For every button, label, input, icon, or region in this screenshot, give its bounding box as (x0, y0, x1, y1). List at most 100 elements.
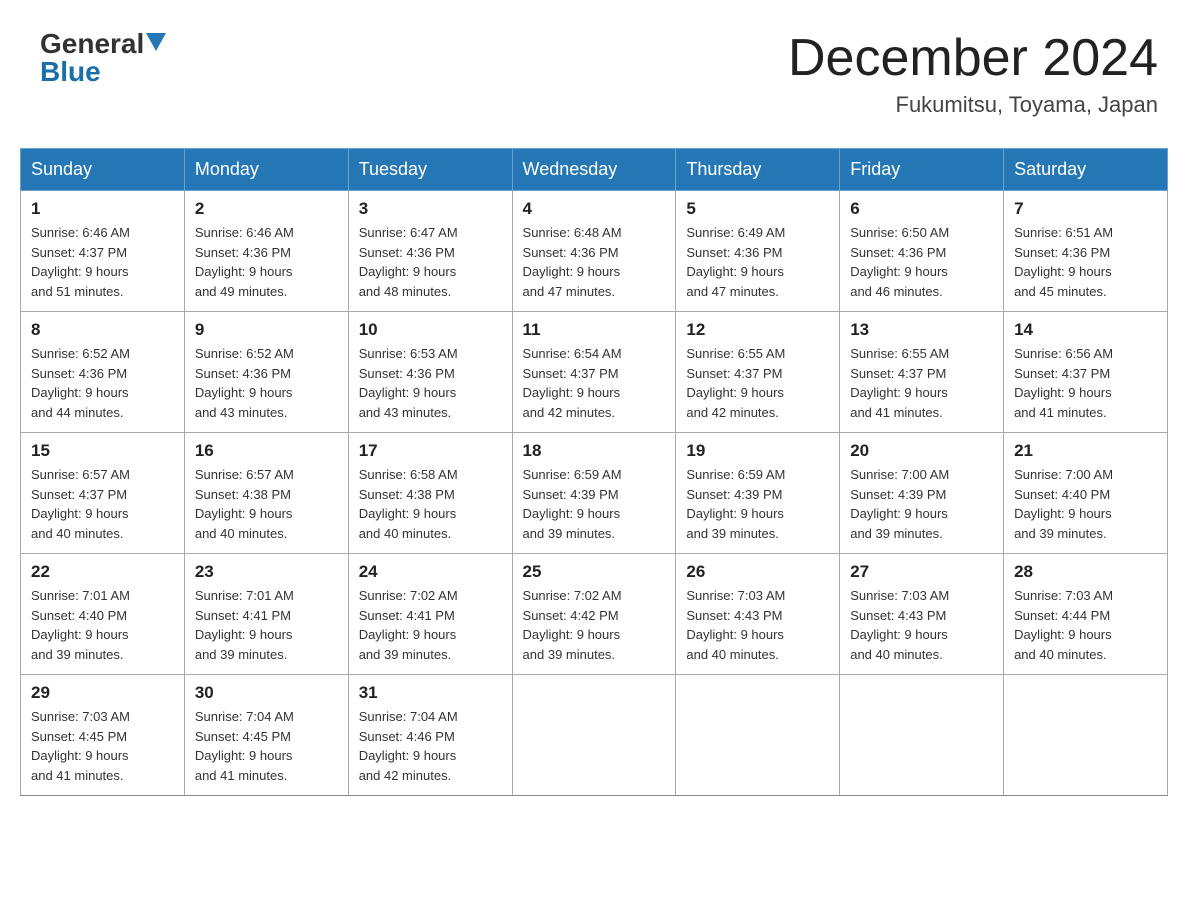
calendar-week-4: 22 Sunrise: 7:01 AM Sunset: 4:40 PM Dayl… (21, 554, 1168, 675)
day-info: Sunrise: 6:50 AM Sunset: 4:36 PM Dayligh… (850, 223, 993, 301)
logo-general-text: General (40, 30, 144, 58)
day-info: Sunrise: 6:46 AM Sunset: 4:37 PM Dayligh… (31, 223, 174, 301)
col-tuesday: Tuesday (348, 149, 512, 191)
day-info: Sunrise: 6:47 AM Sunset: 4:36 PM Dayligh… (359, 223, 502, 301)
day-info: Sunrise: 7:01 AM Sunset: 4:40 PM Dayligh… (31, 586, 174, 664)
table-row: 1 Sunrise: 6:46 AM Sunset: 4:37 PM Dayli… (21, 191, 185, 312)
day-number: 27 (850, 562, 993, 582)
table-row: 25 Sunrise: 7:02 AM Sunset: 4:42 PM Dayl… (512, 554, 676, 675)
table-row: 7 Sunrise: 6:51 AM Sunset: 4:36 PM Dayli… (1004, 191, 1168, 312)
day-info: Sunrise: 7:01 AM Sunset: 4:41 PM Dayligh… (195, 586, 338, 664)
table-row: 26 Sunrise: 7:03 AM Sunset: 4:43 PM Dayl… (676, 554, 840, 675)
day-number: 24 (359, 562, 502, 582)
day-number: 7 (1014, 199, 1157, 219)
table-row: 8 Sunrise: 6:52 AM Sunset: 4:36 PM Dayli… (21, 312, 185, 433)
table-row: 14 Sunrise: 6:56 AM Sunset: 4:37 PM Dayl… (1004, 312, 1168, 433)
day-info: Sunrise: 6:46 AM Sunset: 4:36 PM Dayligh… (195, 223, 338, 301)
calendar-table: Sunday Monday Tuesday Wednesday Thursday… (20, 148, 1168, 796)
calendar-week-1: 1 Sunrise: 6:46 AM Sunset: 4:37 PM Dayli… (21, 191, 1168, 312)
day-info: Sunrise: 6:55 AM Sunset: 4:37 PM Dayligh… (850, 344, 993, 422)
table-row: 10 Sunrise: 6:53 AM Sunset: 4:36 PM Dayl… (348, 312, 512, 433)
day-info: Sunrise: 7:02 AM Sunset: 4:41 PM Dayligh… (359, 586, 502, 664)
table-row: 19 Sunrise: 6:59 AM Sunset: 4:39 PM Dayl… (676, 433, 840, 554)
table-row (840, 675, 1004, 796)
day-number: 17 (359, 441, 502, 461)
day-info: Sunrise: 6:58 AM Sunset: 4:38 PM Dayligh… (359, 465, 502, 543)
day-number: 14 (1014, 320, 1157, 340)
location-subtitle: Fukumitsu, Toyama, Japan (788, 92, 1158, 118)
day-info: Sunrise: 7:03 AM Sunset: 4:43 PM Dayligh… (850, 586, 993, 664)
day-info: Sunrise: 6:56 AM Sunset: 4:37 PM Dayligh… (1014, 344, 1157, 422)
day-number: 23 (195, 562, 338, 582)
day-info: Sunrise: 6:57 AM Sunset: 4:37 PM Dayligh… (31, 465, 174, 543)
table-row: 29 Sunrise: 7:03 AM Sunset: 4:45 PM Dayl… (21, 675, 185, 796)
title-section: December 2024 Fukumitsu, Toyama, Japan (788, 30, 1158, 118)
day-number: 18 (523, 441, 666, 461)
day-info: Sunrise: 7:00 AM Sunset: 4:39 PM Dayligh… (850, 465, 993, 543)
day-info: Sunrise: 6:55 AM Sunset: 4:37 PM Dayligh… (686, 344, 829, 422)
day-number: 12 (686, 320, 829, 340)
day-info: Sunrise: 7:00 AM Sunset: 4:40 PM Dayligh… (1014, 465, 1157, 543)
table-row: 21 Sunrise: 7:00 AM Sunset: 4:40 PM Dayl… (1004, 433, 1168, 554)
table-row: 13 Sunrise: 6:55 AM Sunset: 4:37 PM Dayl… (840, 312, 1004, 433)
day-number: 31 (359, 683, 502, 703)
day-info: Sunrise: 6:49 AM Sunset: 4:36 PM Dayligh… (686, 223, 829, 301)
table-row (512, 675, 676, 796)
logo: General Blue (40, 30, 166, 86)
day-number: 28 (1014, 562, 1157, 582)
day-info: Sunrise: 6:51 AM Sunset: 4:36 PM Dayligh… (1014, 223, 1157, 301)
table-row (676, 675, 840, 796)
day-number: 3 (359, 199, 502, 219)
col-sunday: Sunday (21, 149, 185, 191)
day-number: 22 (31, 562, 174, 582)
table-row (1004, 675, 1168, 796)
day-info: Sunrise: 6:53 AM Sunset: 4:36 PM Dayligh… (359, 344, 502, 422)
day-number: 21 (1014, 441, 1157, 461)
day-number: 8 (31, 320, 174, 340)
col-wednesday: Wednesday (512, 149, 676, 191)
day-number: 13 (850, 320, 993, 340)
day-number: 30 (195, 683, 338, 703)
day-number: 4 (523, 199, 666, 219)
day-info: Sunrise: 6:52 AM Sunset: 4:36 PM Dayligh… (195, 344, 338, 422)
logo-arrow-icon (146, 33, 166, 53)
table-row: 15 Sunrise: 6:57 AM Sunset: 4:37 PM Dayl… (21, 433, 185, 554)
day-number: 10 (359, 320, 502, 340)
calendar-week-2: 8 Sunrise: 6:52 AM Sunset: 4:36 PM Dayli… (21, 312, 1168, 433)
table-row: 27 Sunrise: 7:03 AM Sunset: 4:43 PM Dayl… (840, 554, 1004, 675)
day-info: Sunrise: 7:04 AM Sunset: 4:46 PM Dayligh… (359, 707, 502, 785)
col-friday: Friday (840, 149, 1004, 191)
table-row: 6 Sunrise: 6:50 AM Sunset: 4:36 PM Dayli… (840, 191, 1004, 312)
table-row: 9 Sunrise: 6:52 AM Sunset: 4:36 PM Dayli… (184, 312, 348, 433)
table-row: 11 Sunrise: 6:54 AM Sunset: 4:37 PM Dayl… (512, 312, 676, 433)
day-info: Sunrise: 7:03 AM Sunset: 4:43 PM Dayligh… (686, 586, 829, 664)
day-number: 29 (31, 683, 174, 703)
table-row: 20 Sunrise: 7:00 AM Sunset: 4:39 PM Dayl… (840, 433, 1004, 554)
day-number: 15 (31, 441, 174, 461)
col-saturday: Saturday (1004, 149, 1168, 191)
calendar-week-5: 29 Sunrise: 7:03 AM Sunset: 4:45 PM Dayl… (21, 675, 1168, 796)
day-number: 20 (850, 441, 993, 461)
table-row: 28 Sunrise: 7:03 AM Sunset: 4:44 PM Dayl… (1004, 554, 1168, 675)
table-row: 23 Sunrise: 7:01 AM Sunset: 4:41 PM Dayl… (184, 554, 348, 675)
day-number: 26 (686, 562, 829, 582)
table-row: 24 Sunrise: 7:02 AM Sunset: 4:41 PM Dayl… (348, 554, 512, 675)
day-info: Sunrise: 7:02 AM Sunset: 4:42 PM Dayligh… (523, 586, 666, 664)
table-row: 31 Sunrise: 7:04 AM Sunset: 4:46 PM Dayl… (348, 675, 512, 796)
day-info: Sunrise: 6:57 AM Sunset: 4:38 PM Dayligh… (195, 465, 338, 543)
day-info: Sunrise: 7:04 AM Sunset: 4:45 PM Dayligh… (195, 707, 338, 785)
table-row: 12 Sunrise: 6:55 AM Sunset: 4:37 PM Dayl… (676, 312, 840, 433)
day-info: Sunrise: 6:54 AM Sunset: 4:37 PM Dayligh… (523, 344, 666, 422)
page-header: General Blue December 2024 Fukumitsu, To… (20, 20, 1168, 128)
table-row: 4 Sunrise: 6:48 AM Sunset: 4:36 PM Dayli… (512, 191, 676, 312)
day-number: 9 (195, 320, 338, 340)
day-number: 1 (31, 199, 174, 219)
day-number: 5 (686, 199, 829, 219)
day-info: Sunrise: 7:03 AM Sunset: 4:44 PM Dayligh… (1014, 586, 1157, 664)
table-row: 22 Sunrise: 7:01 AM Sunset: 4:40 PM Dayl… (21, 554, 185, 675)
table-row: 30 Sunrise: 7:04 AM Sunset: 4:45 PM Dayl… (184, 675, 348, 796)
day-info: Sunrise: 6:59 AM Sunset: 4:39 PM Dayligh… (686, 465, 829, 543)
day-number: 16 (195, 441, 338, 461)
day-info: Sunrise: 6:48 AM Sunset: 4:36 PM Dayligh… (523, 223, 666, 301)
table-row: 17 Sunrise: 6:58 AM Sunset: 4:38 PM Dayl… (348, 433, 512, 554)
